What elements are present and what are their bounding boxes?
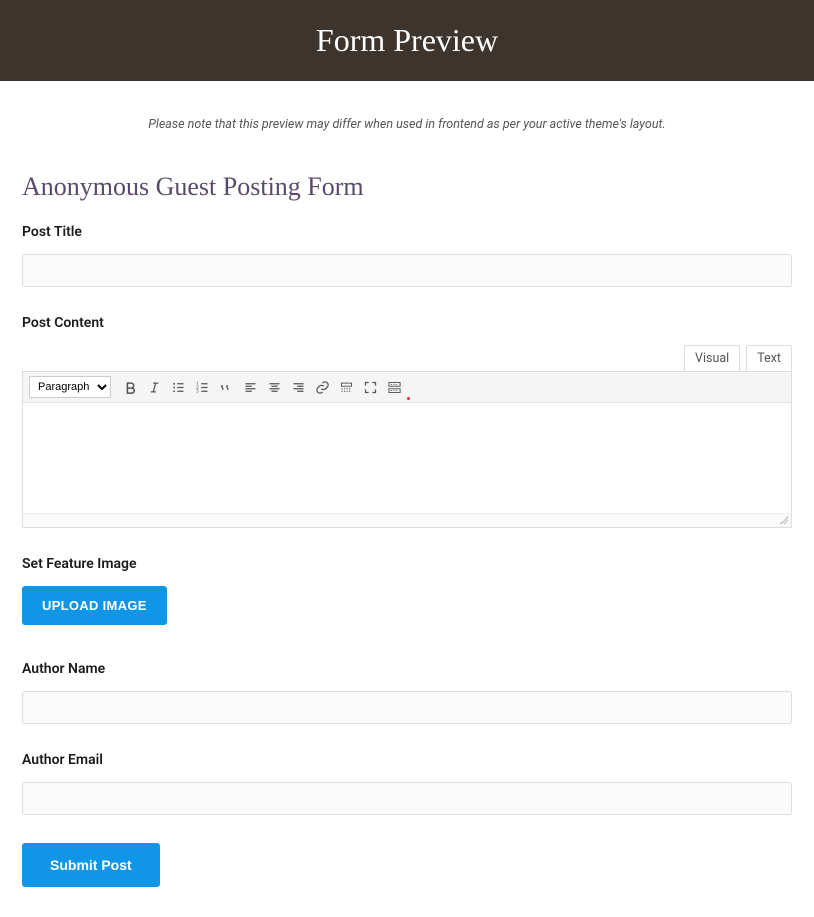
post-content-label: Post Content xyxy=(22,315,792,331)
page-header: Form Preview xyxy=(0,0,814,81)
fullscreen-icon[interactable] xyxy=(359,376,381,398)
tab-text[interactable]: Text xyxy=(746,345,792,372)
author-email-label: Author Email xyxy=(22,752,792,768)
editor-textarea[interactable] xyxy=(23,403,791,513)
align-right-icon[interactable] xyxy=(287,376,309,398)
numbered-list-icon[interactable]: 123 xyxy=(191,376,213,398)
author-name-input[interactable] xyxy=(22,691,792,724)
toolbar-toggle-icon[interactable] xyxy=(383,376,405,398)
feature-image-label: Set Feature Image xyxy=(22,556,792,572)
submit-post-button[interactable]: Submit Post xyxy=(22,843,160,887)
link-icon[interactable] xyxy=(311,376,333,398)
format-select[interactable]: Paragraph xyxy=(29,376,111,398)
readmore-icon[interactable] xyxy=(335,376,357,398)
post-title-label: Post Title xyxy=(22,224,792,240)
editor-wrapper: Paragraph 123 xyxy=(22,371,792,528)
bold-icon[interactable] xyxy=(119,376,141,398)
align-center-icon[interactable] xyxy=(263,376,285,398)
resize-handle[interactable] xyxy=(23,513,791,527)
page-title: Form Preview xyxy=(0,22,814,59)
editor-tabs: Visual Text xyxy=(22,345,792,372)
svg-text:3: 3 xyxy=(196,389,199,394)
form-title: Anonymous Guest Posting Form xyxy=(22,172,792,202)
form-container: Anonymous Guest Posting Form Post Title … xyxy=(0,172,814,917)
author-email-input[interactable] xyxy=(22,782,792,815)
italic-icon[interactable] xyxy=(143,376,165,398)
upload-image-button[interactable]: UPLOAD IMAGE xyxy=(22,586,167,625)
tab-visual[interactable]: Visual xyxy=(684,345,740,372)
align-left-icon[interactable] xyxy=(239,376,261,398)
bullet-list-icon[interactable] xyxy=(167,376,189,398)
preview-note: Please note that this preview may differ… xyxy=(0,81,814,172)
blockquote-icon[interactable] xyxy=(215,376,237,398)
post-title-input[interactable] xyxy=(22,254,792,287)
author-name-label: Author Name xyxy=(22,661,792,677)
